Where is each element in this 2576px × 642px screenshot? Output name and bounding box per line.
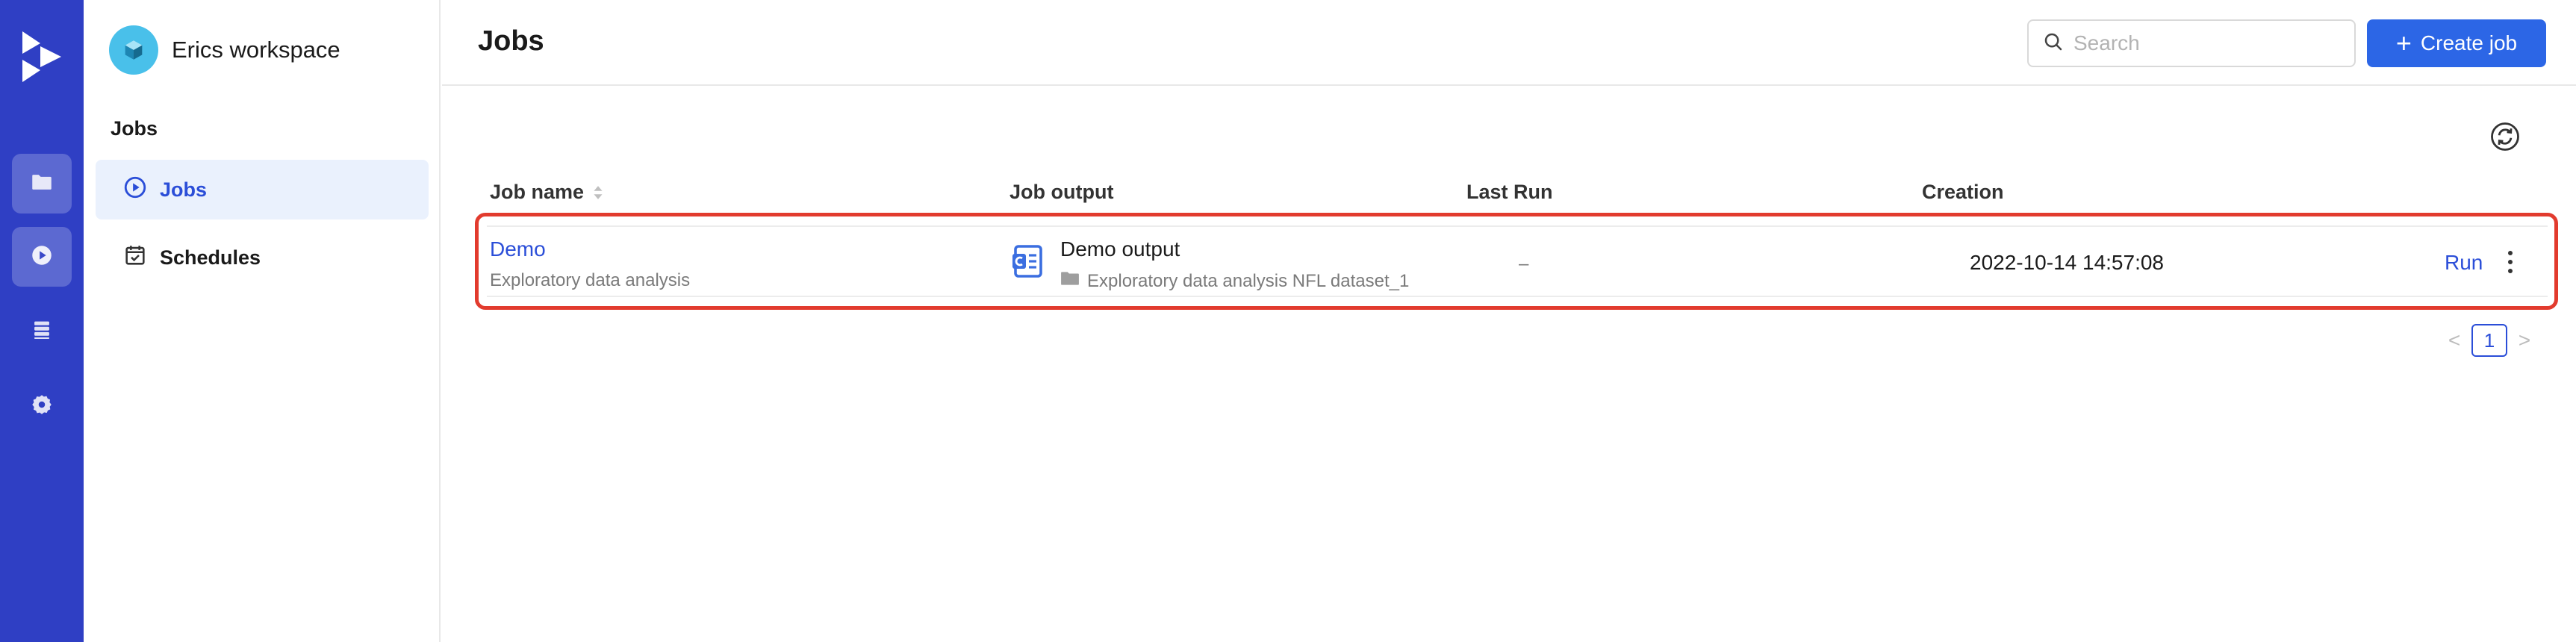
sidebar-item-jobs[interactable]: Jobs — [96, 160, 429, 219]
main-content: Jobs + Create job Job name — [442, 0, 2576, 642]
sidebar-section-label: Jobs — [111, 117, 158, 140]
workspace-switcher[interactable]: Erics workspace — [109, 25, 340, 75]
page-number-current[interactable]: 1 — [2471, 324, 2507, 357]
plus-icon: + — [2395, 28, 2412, 58]
notebook-icon — [1011, 243, 1044, 279]
next-page-button[interactable]: > — [2513, 328, 2536, 352]
sidebar-item-label: Jobs — [160, 178, 208, 201]
database-icon — [29, 317, 55, 346]
column-header-creation: Creation — [1922, 181, 2004, 203]
last-run-value: – — [1519, 254, 1529, 274]
job-output-path: Exploratory data analysis NFL dataset_1 — [1060, 270, 1409, 292]
sort-icon[interactable] — [593, 185, 603, 200]
column-header-job-name[interactable]: Job name — [490, 181, 603, 204]
workspace-avatar — [109, 25, 158, 75]
table-header: Job name Job output Last Run Creation — [490, 181, 2551, 211]
play-circle-icon — [122, 175, 160, 205]
column-header-job-output: Job output — [1009, 181, 1114, 203]
refresh-button[interactable] — [2489, 121, 2521, 152]
sidebar: Erics workspace Jobs Jobs Schedules — [84, 0, 441, 642]
column-header-last-run: Last Run — [1466, 181, 1553, 203]
calendar-icon — [122, 243, 160, 273]
rail-files-button[interactable] — [12, 154, 72, 214]
table-row[interactable]: Demo Exploratory data analysis Demo outp… — [487, 225, 2548, 297]
create-job-label: Create job — [2420, 31, 2518, 54]
run-button[interactable]: Run — [2445, 251, 2483, 275]
sidebar-item-schedules[interactable]: Schedules — [96, 228, 429, 287]
app-rail — [0, 0, 84, 642]
rail-jobs-button[interactable] — [12, 227, 72, 287]
search-input[interactable] — [2073, 31, 2342, 55]
page-title: Jobs — [478, 25, 544, 57]
workspace-name: Erics workspace — [172, 37, 340, 63]
app-window: Erics workspace Jobs Jobs Schedules Jobs — [0, 0, 2576, 642]
job-name-link[interactable]: Demo — [490, 237, 546, 261]
job-output-title[interactable]: Demo output — [1060, 237, 1180, 261]
top-bar: Jobs + Create job — [442, 0, 2576, 86]
more-options-icon[interactable] — [2503, 248, 2518, 276]
sidebar-item-label: Schedules — [160, 246, 261, 269]
rail-data-button[interactable] — [12, 302, 72, 361]
create-job-button[interactable]: + Create job — [2367, 19, 2546, 67]
app-logo[interactable] — [19, 30, 64, 84]
refresh-icon — [2489, 122, 2521, 155]
folder-icon — [1060, 270, 1087, 292]
search-box[interactable] — [2027, 19, 2356, 67]
job-output-path-text: Exploratory data analysis NFL dataset_1 — [1087, 270, 1410, 291]
creation-date: 2022-10-14 14:57:08 — [1970, 251, 2164, 274]
column-label: Job name — [490, 181, 585, 203]
folder-icon — [29, 169, 55, 199]
prev-page-button[interactable]: < — [2443, 328, 2465, 352]
search-icon — [2042, 31, 2073, 57]
pagination: < 1 > — [2443, 324, 2536, 357]
cube-icon — [125, 40, 143, 60]
rail-settings-button[interactable] — [12, 376, 72, 436]
play-circle-icon — [29, 243, 55, 272]
gear-icon — [29, 392, 55, 421]
job-description: Exploratory data analysis — [490, 270, 691, 290]
